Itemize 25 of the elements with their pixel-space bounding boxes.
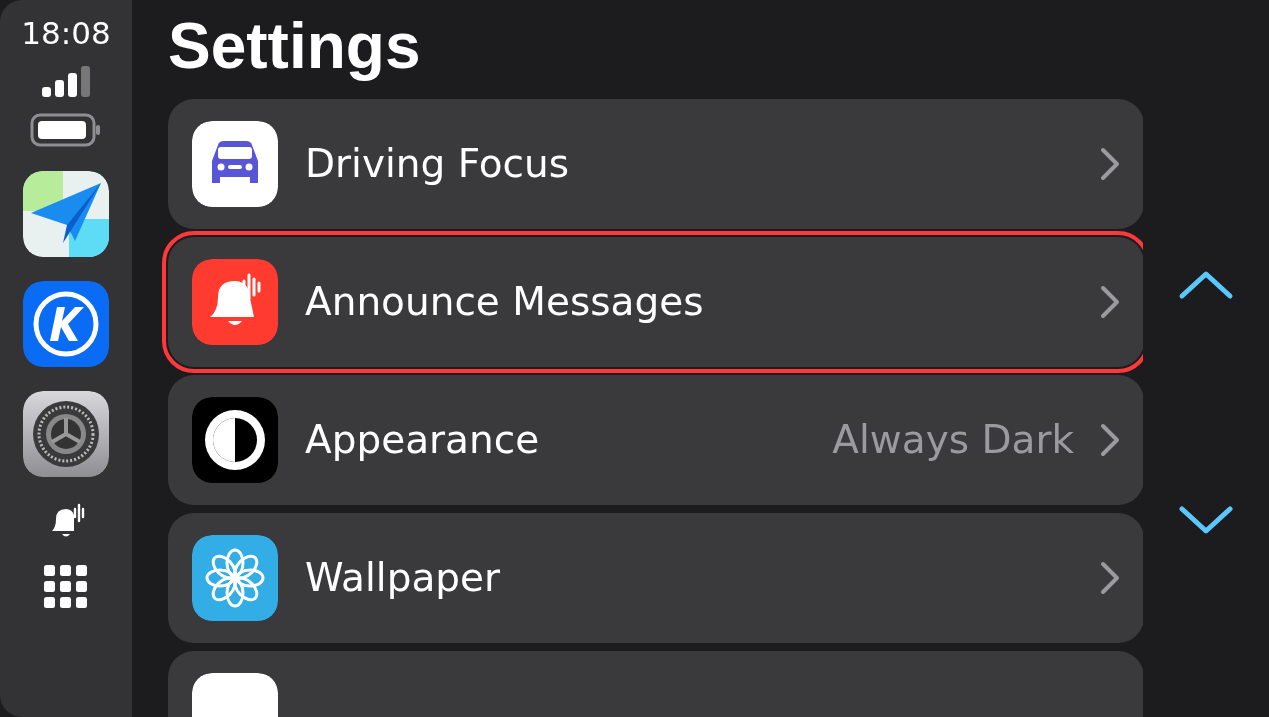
battery-icon [30, 113, 102, 147]
chevron-icon [1100, 146, 1120, 181]
paper-plane-app-icon[interactable] [23, 171, 109, 257]
chevron-icon [1100, 422, 1120, 457]
car-icon [192, 120, 278, 207]
row-value: Always Dark [832, 415, 1074, 464]
signal-icon [41, 65, 91, 97]
scroll-down-icon[interactable] [1178, 505, 1234, 535]
settings-row[interactable]: Driving Focus [168, 98, 1143, 229]
row-label: Wallpaper [305, 553, 501, 602]
row-label: Appearance [305, 415, 540, 464]
chevron-icon [1100, 284, 1120, 319]
scroll-up-icon[interactable] [1178, 270, 1234, 300]
row-label: Driving Focus [305, 139, 570, 188]
k-app-icon[interactable] [23, 281, 109, 367]
bell-icon [192, 258, 278, 345]
clock-time: 18:08 [21, 18, 111, 49]
page-title: Settings [168, 9, 422, 84]
gear-app-icon[interactable] [23, 391, 109, 477]
row-label: Announce Messages [305, 277, 704, 326]
chevron-icon [1100, 560, 1120, 595]
settings-row[interactable]: Wallpaper [168, 512, 1143, 643]
settings-row[interactable]: Appearance Always Dark [168, 374, 1143, 505]
flower-icon [192, 534, 278, 621]
app-grid-icon[interactable] [44, 565, 88, 609]
